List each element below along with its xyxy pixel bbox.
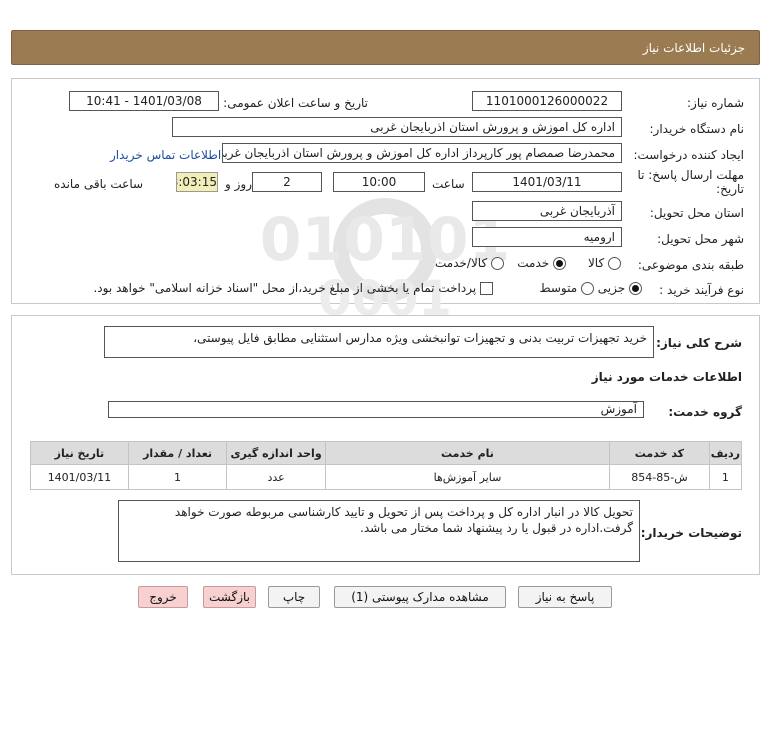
category-service-label: خدمت [517, 256, 550, 270]
remaining-time-label: ساعت باقی مانده [54, 177, 144, 191]
treasury-payment-option[interactable]: پرداخت تمام یا بخشی از مبلغ خرید،از محل … [93, 281, 493, 295]
buyer-contact-link[interactable]: اطلاعات تماس خریدار [110, 148, 221, 162]
category-goods-service-label: کالا/خدمت [434, 256, 488, 270]
deadline-time-field: 10:00 [333, 172, 425, 192]
deadline-time-label: ساعت [432, 177, 465, 191]
reply-to-need-button[interactable]: پاسخ به نیاز [518, 586, 612, 608]
exit-button[interactable]: خروج [138, 586, 188, 608]
col-row-header: ردیف [708, 441, 743, 465]
days-remaining-field: 2 [252, 172, 322, 192]
service-group-label: گروه خدمت: [668, 405, 742, 419]
category-goods-label: کالا [587, 256, 605, 270]
view-attachments-button[interactable]: مشاهده مدارک پیوستی (1) [334, 586, 506, 608]
remaining-time-field: 23:03:15 [176, 172, 218, 192]
requester-label: ایجاد کننده درخواست: [633, 148, 744, 162]
announce-datetime-field: 1401/03/08 - 10:41 [69, 91, 219, 111]
category-option-goods-service[interactable]: کالا/خدمت [435, 256, 504, 270]
service-group-field: آموزش [108, 401, 644, 418]
back-button[interactable]: بازگشت [203, 586, 256, 608]
treasury-payment-label: پرداخت تمام یا بخشی از مبلغ خرید،از محل … [93, 281, 477, 295]
print-button[interactable]: چاپ [268, 586, 320, 608]
cell-service-code: ش-85-854 [609, 464, 710, 490]
announce-datetime-label: تاریخ و ساعت اعلان عمومی: [223, 96, 368, 110]
buyer-notes-label: توضیحات خریدار: [640, 526, 742, 540]
delivery-city-field: ارومیه [472, 227, 622, 247]
cell-unit: عدد [226, 464, 326, 490]
process-option-minor[interactable]: جزیی [598, 281, 642, 295]
category-service-radio[interactable] [553, 257, 566, 270]
buyer-label: نام دستگاه خریدار: [649, 122, 745, 136]
process-option-medium[interactable]: متوسط [539, 281, 594, 295]
process-minor-label: جزیی [597, 281, 626, 295]
cell-service-name: سایر آموزش‌ها [324, 464, 611, 490]
deadline-label: مهلت ارسال پاسخ: تا تاریخ: [637, 168, 744, 196]
services-table: ردیف کد خدمت نام خدمت واحد اندازه گیری ت… [30, 441, 743, 490]
need-number-field: 1101000126000022 [472, 91, 622, 111]
process-medium-label: متوسط [539, 281, 578, 295]
category-option-service[interactable]: خدمت [517, 256, 566, 270]
table-header-row: ردیف کد خدمت نام خدمت واحد اندازه گیری ت… [30, 441, 743, 465]
cell-need-date: 1401/03/11 [30, 464, 129, 490]
category-option-goods[interactable]: کالا [588, 256, 621, 270]
deadline-date-field: 1401/03/11 [472, 172, 622, 192]
col-quantity-header: تعداد / مقدار [127, 441, 228, 465]
col-unit-header: واحد اندازه گیری [226, 441, 326, 465]
process-medium-radio[interactable] [581, 282, 594, 295]
days-label: روز و [225, 177, 252, 191]
buyer-field: اداره کل اموزش و پرورش استان اذربایجان غ… [172, 117, 622, 137]
treasury-payment-checkbox[interactable] [480, 282, 493, 295]
col-need-date-header: تاریخ نیاز [30, 441, 129, 465]
summary-label: شرح کلی نیاز: [656, 336, 742, 350]
process-minor-radio[interactable] [629, 282, 642, 295]
services-section-title: اطلاعات خدمات مورد نیاز [591, 370, 742, 384]
process-type-label: نوع فرآیند خرید : [659, 283, 744, 297]
page-header: جزئیات اطلاعات نیاز [11, 30, 760, 65]
delivery-province-label: استان محل تحویل: [649, 206, 744, 220]
col-service-code-header: کد خدمت [609, 441, 710, 465]
table-row: 1 ش-85-854 سایر آموزش‌ها عدد 1 1401/03/1… [30, 464, 743, 490]
category-goods-service-radio[interactable] [491, 257, 504, 270]
delivery-province-field: آذربایجان غربی [472, 201, 622, 221]
page-title: جزئیات اطلاعات نیاز [642, 41, 745, 55]
requester-field: محمدرضا صمصام پور کارپرداز اداره کل اموز… [222, 143, 622, 163]
need-number-label: شماره نیاز: [687, 96, 744, 110]
cell-row-number: 1 [708, 464, 743, 490]
col-service-name-header: نام خدمت [324, 441, 611, 465]
cell-quantity: 1 [127, 464, 228, 490]
summary-field: خرید تجهیزات تربیت بدنی و تجهیزات توانبخ… [104, 326, 654, 358]
category-goods-radio[interactable] [608, 257, 621, 270]
category-label: طبقه بندی موضوعی: [637, 258, 744, 272]
buyer-notes-field: تحویل کالا در انبار اداره کل و پرداخت پس… [118, 500, 640, 562]
delivery-city-label: شهر محل تحویل: [657, 232, 744, 246]
